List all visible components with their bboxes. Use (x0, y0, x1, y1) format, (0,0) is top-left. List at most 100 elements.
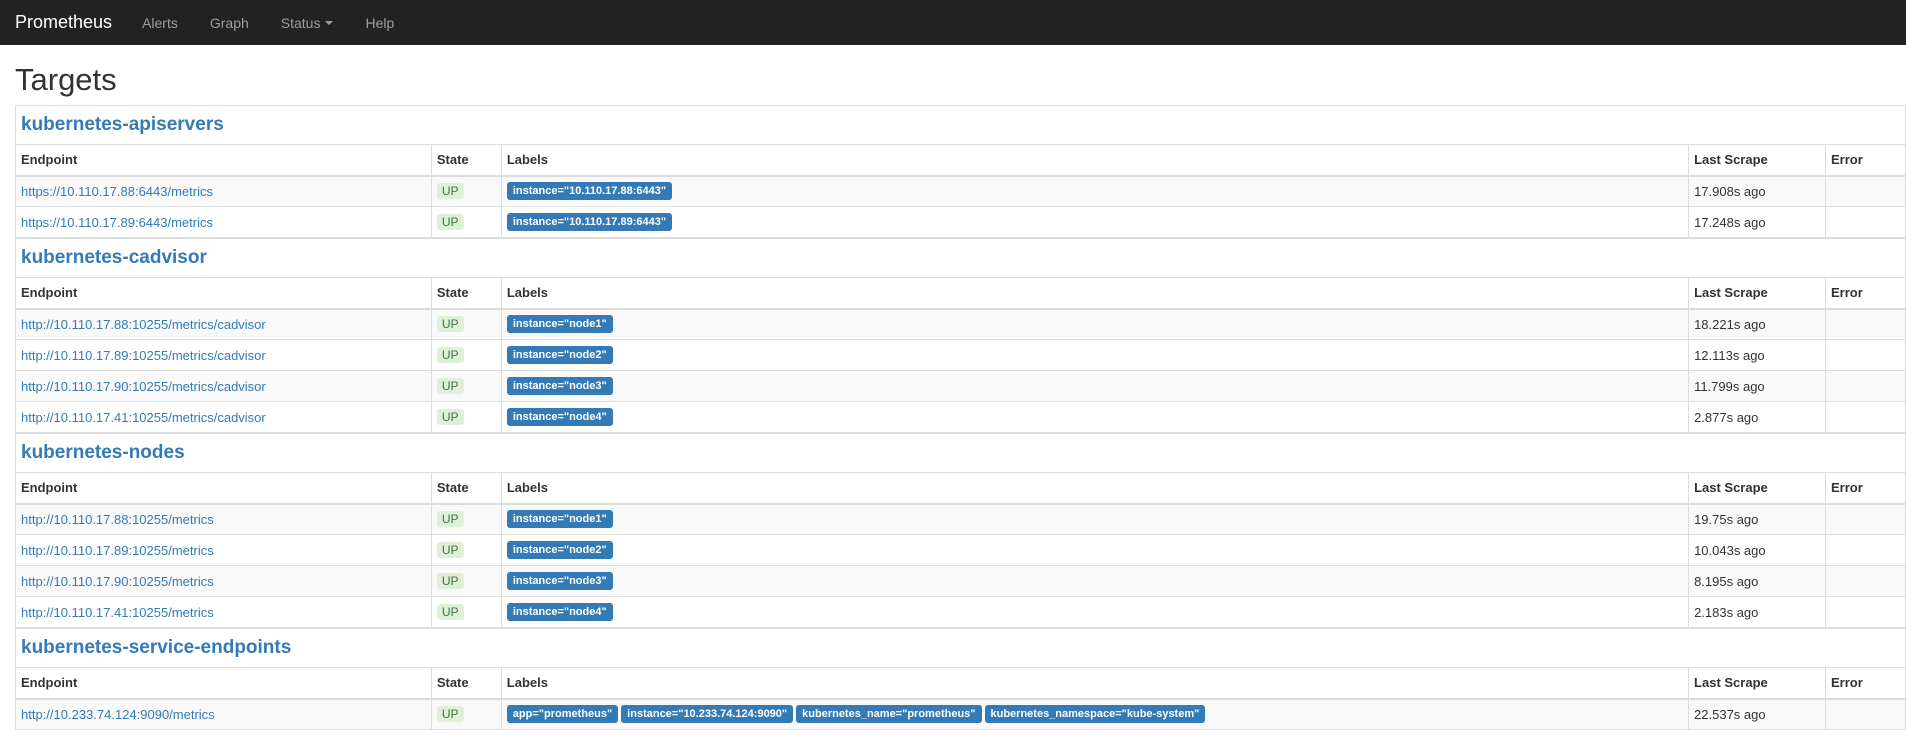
error-cell (1825, 339, 1906, 372)
nav-help[interactable]: Help (365, 15, 394, 31)
col-header-state: State (430, 472, 502, 505)
endpoint-link[interactable]: http://10.110.17.90:10255/metrics (21, 574, 214, 589)
table-row: http://10.110.17.88:10255/metrics UP insta… (15, 503, 1906, 536)
error-cell (1825, 206, 1906, 239)
state-cell: UP (430, 370, 502, 403)
job-name-link[interactable]: kubernetes-nodes (21, 442, 185, 464)
state-badge: UP (436, 378, 464, 395)
table-row: http://10.110.17.89:10255/metrics/cadvis… (15, 339, 1906, 372)
state-cell: UP (430, 308, 502, 341)
error-cell (1825, 596, 1906, 629)
endpoint-cell: http://10.110.17.41:10255/metrics/cadvis… (15, 401, 432, 434)
endpoint-cell: http://10.233.74.124:9090/metrics (15, 698, 432, 731)
last-scrape-cell: 17.908s ago (1688, 175, 1826, 208)
nav-status-dropdown[interactable]: Status (281, 15, 334, 31)
col-header-error: Error (1825, 144, 1906, 177)
last-scrape-cell: 2.877s ago (1688, 401, 1826, 434)
label-badge: kubernetes_name="prometheus" (796, 705, 982, 724)
endpoint-cell: http://10.110.17.89:10255/metrics/cadvis… (15, 339, 432, 372)
col-header-last-scrape: Last Scrape (1688, 277, 1826, 310)
nav-graph[interactable]: Graph (210, 15, 249, 31)
col-header-error: Error (1825, 472, 1906, 505)
caret-down-icon (325, 20, 334, 25)
error-cell (1825, 175, 1906, 208)
label-badge: instance="node2" (506, 346, 613, 365)
error-cell (1825, 370, 1906, 403)
table-row: http://10.110.17.90:10255/metrics/cadvis… (15, 370, 1906, 403)
endpoint-link[interactable]: https://10.110.17.88:6443/metrics (21, 184, 213, 199)
col-header-endpoint: Endpoint (15, 144, 432, 177)
state-badge: UP (436, 347, 464, 364)
label-badge: instance="node3" (506, 572, 613, 591)
labels-cell: instance="node4" (500, 596, 1690, 629)
label-badge: instance="node4" (506, 603, 613, 622)
labels-cell: instance="node1" (500, 308, 1690, 341)
col-header-error: Error (1825, 277, 1906, 310)
last-scrape-cell: 17.248s ago (1688, 206, 1826, 239)
endpoint-link[interactable]: http://10.110.17.41:10255/metrics (21, 605, 214, 620)
endpoint-cell: http://10.110.17.90:10255/metrics (15, 565, 432, 598)
table-row: http://10.110.17.90:10255/metrics UP insta… (15, 565, 1906, 598)
labels-cell: instance="10.110.17.88:6443" (500, 175, 1690, 208)
table-row: http://10.110.17.88:10255/metrics/cadvis… (15, 308, 1906, 341)
table-row: https://10.110.17.89:6443/metrics UP insta… (15, 206, 1906, 239)
endpoint-link[interactable]: http://10.233.74.124:9090/metrics (21, 707, 215, 722)
labels-cell: instance="node1" (500, 503, 1690, 536)
labels-cell: instance="node3" (500, 565, 1690, 598)
job-section: kubernetes-cadvisor Endpoint State Labels La… (15, 238, 1906, 434)
job-name-link[interactable]: kubernetes-cadvisor (21, 247, 207, 269)
labels-cell: instance="node3" (500, 370, 1690, 403)
endpoint-link[interactable]: http://10.110.17.90:10255/metrics/cadvis… (21, 379, 266, 394)
job-section: kubernetes-service-endpoints Endpoint Stat… (15, 628, 1906, 731)
last-scrape-cell: 2.183s ago (1688, 596, 1826, 629)
col-header-last-scrape: Last Scrape (1688, 144, 1826, 177)
state-cell: UP (430, 565, 502, 598)
labels-cell: instance="node2" (500, 534, 1690, 567)
state-cell: UP (430, 401, 502, 434)
state-cell: UP (430, 339, 502, 372)
endpoint-link[interactable]: http://10.110.17.88:10255/metrics/cadvis… (21, 317, 266, 332)
endpoint-link[interactable]: http://10.110.17.89:10255/metrics (21, 543, 214, 558)
endpoint-cell: https://10.110.17.88:6443/metrics (15, 175, 432, 208)
endpoint-link[interactable]: https://10.110.17.89:6443/metrics (21, 215, 213, 230)
state-badge: UP (436, 214, 464, 231)
state-badge: UP (436, 316, 464, 333)
state-badge: UP (436, 183, 464, 200)
error-cell (1825, 401, 1906, 434)
job-name-link[interactable]: kubernetes-apiservers (21, 114, 224, 136)
state-badge: UP (436, 409, 464, 426)
job-title: kubernetes-nodes (15, 433, 1906, 473)
state-badge: UP (436, 604, 464, 621)
table-row: http://10.110.17.41:10255/metrics/cadvis… (15, 401, 1906, 434)
targets-table: Endpoint State Labels Last Scrape Error http:… (15, 667, 1906, 731)
last-scrape-cell: 11.799s ago (1688, 370, 1826, 403)
col-header-labels: Labels (500, 472, 1690, 505)
table-row: http://10.110.17.89:10255/metrics UP insta… (15, 534, 1906, 567)
label-badge: instance="10.233.74.124:9090" (621, 705, 794, 724)
endpoint-link[interactable]: http://10.110.17.89:10255/metrics/cadvis… (21, 348, 266, 363)
endpoint-cell: http://10.110.17.41:10255/metrics (15, 596, 432, 629)
endpoint-link[interactable]: http://10.110.17.41:10255/metrics/cadvis… (21, 410, 266, 425)
label-badge: app="prometheus" (506, 705, 619, 724)
col-header-state: State (430, 277, 502, 310)
job-section: kubernetes-apiservers Endpoint State Labels… (15, 105, 1906, 239)
brand-link[interactable]: Prometheus (15, 12, 112, 33)
nav-alerts[interactable]: Alerts (142, 15, 178, 31)
endpoint-cell: http://10.110.17.88:10255/metrics (15, 503, 432, 536)
jobs-list: kubernetes-apiservers Endpoint State Labels… (15, 105, 1906, 731)
label-badge: instance="node2" (506, 541, 613, 560)
table-row: http://10.110.17.41:10255/metrics UP insta… (15, 596, 1906, 629)
labels-cell: app="prometheus" instance="10.233.74.124:… (500, 698, 1690, 731)
state-badge: UP (436, 706, 464, 723)
error-cell (1825, 308, 1906, 341)
targets-table: Endpoint State Labels Last Scrape Error http:… (15, 472, 1906, 629)
job-name-link[interactable]: kubernetes-service-endpoints (21, 637, 291, 659)
table-header-row: Endpoint State Labels Last Scrape Error (15, 277, 1906, 310)
state-cell: UP (430, 206, 502, 239)
state-badge: UP (436, 542, 464, 559)
col-header-error: Error (1824, 667, 1906, 700)
state-cell: UP (430, 698, 502, 731)
endpoint-cell: http://10.110.17.89:10255/metrics (15, 534, 432, 567)
endpoint-link[interactable]: http://10.110.17.88:10255/metrics (21, 512, 214, 527)
label-badge: instance="10.110.17.88:6443" (506, 182, 673, 201)
